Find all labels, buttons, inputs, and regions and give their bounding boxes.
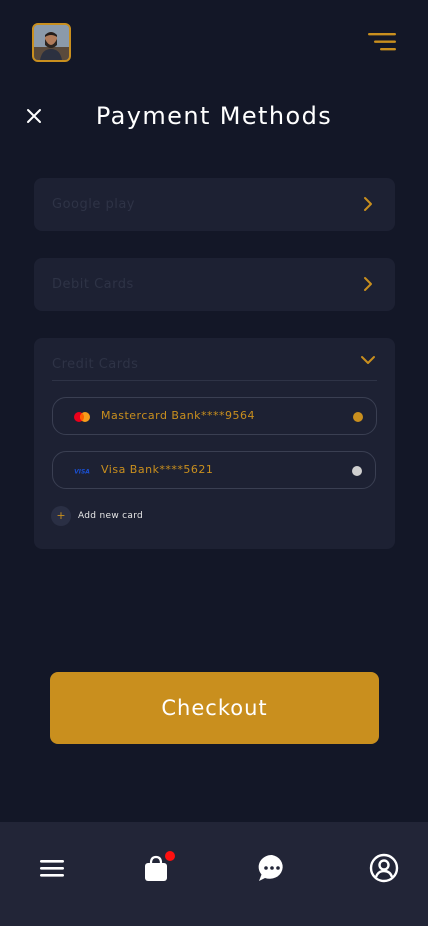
debit-cards-label: Debit Cards bbox=[52, 277, 134, 292]
mastercard-name: Mastercard Bank****9564 bbox=[101, 409, 256, 422]
page-title: Payment Methods bbox=[95, 102, 333, 130]
divider bbox=[52, 380, 377, 381]
chevron-right-icon bbox=[364, 277, 372, 291]
svg-text:VISA: VISA bbox=[74, 469, 90, 476]
add-new-card-button[interactable]: Add new card bbox=[78, 511, 143, 521]
mastercard-logo bbox=[74, 412, 90, 422]
google-play-label: Google play bbox=[52, 197, 135, 212]
chat-icon[interactable] bbox=[256, 852, 288, 884]
visa-option[interactable]: VISA Visa Bank****5621 bbox=[52, 451, 376, 489]
visa-logo: VISA bbox=[74, 469, 90, 476]
avatar-image bbox=[34, 25, 69, 60]
menu-icon[interactable] bbox=[36, 852, 68, 884]
google-play-option[interactable]: Google play bbox=[34, 178, 395, 231]
menu-icon[interactable] bbox=[366, 31, 398, 53]
radio-selected[interactable] bbox=[353, 412, 363, 422]
credit-cards-label[interactable]: Credit Cards bbox=[52, 357, 138, 372]
chevron-right-icon bbox=[364, 197, 372, 211]
visa-name: Visa Bank****5621 bbox=[101, 463, 214, 476]
radio-unselected[interactable] bbox=[352, 466, 362, 476]
plus-icon[interactable]: + bbox=[51, 506, 71, 526]
chevron-down-icon[interactable] bbox=[360, 352, 376, 368]
bottom-nav bbox=[0, 822, 428, 926]
notification-badge bbox=[165, 851, 175, 861]
checkout-button[interactable]: Checkout bbox=[50, 672, 379, 744]
avatar[interactable] bbox=[32, 23, 71, 62]
debit-cards-option[interactable]: Debit Cards bbox=[34, 258, 395, 311]
credit-cards-section: Credit Cards Mastercard Bank****9564 VIS… bbox=[34, 338, 395, 549]
shopping-bag-icon[interactable] bbox=[140, 851, 175, 884]
profile-icon[interactable] bbox=[368, 852, 400, 884]
mastercard-option[interactable]: Mastercard Bank****9564 bbox=[52, 397, 377, 435]
